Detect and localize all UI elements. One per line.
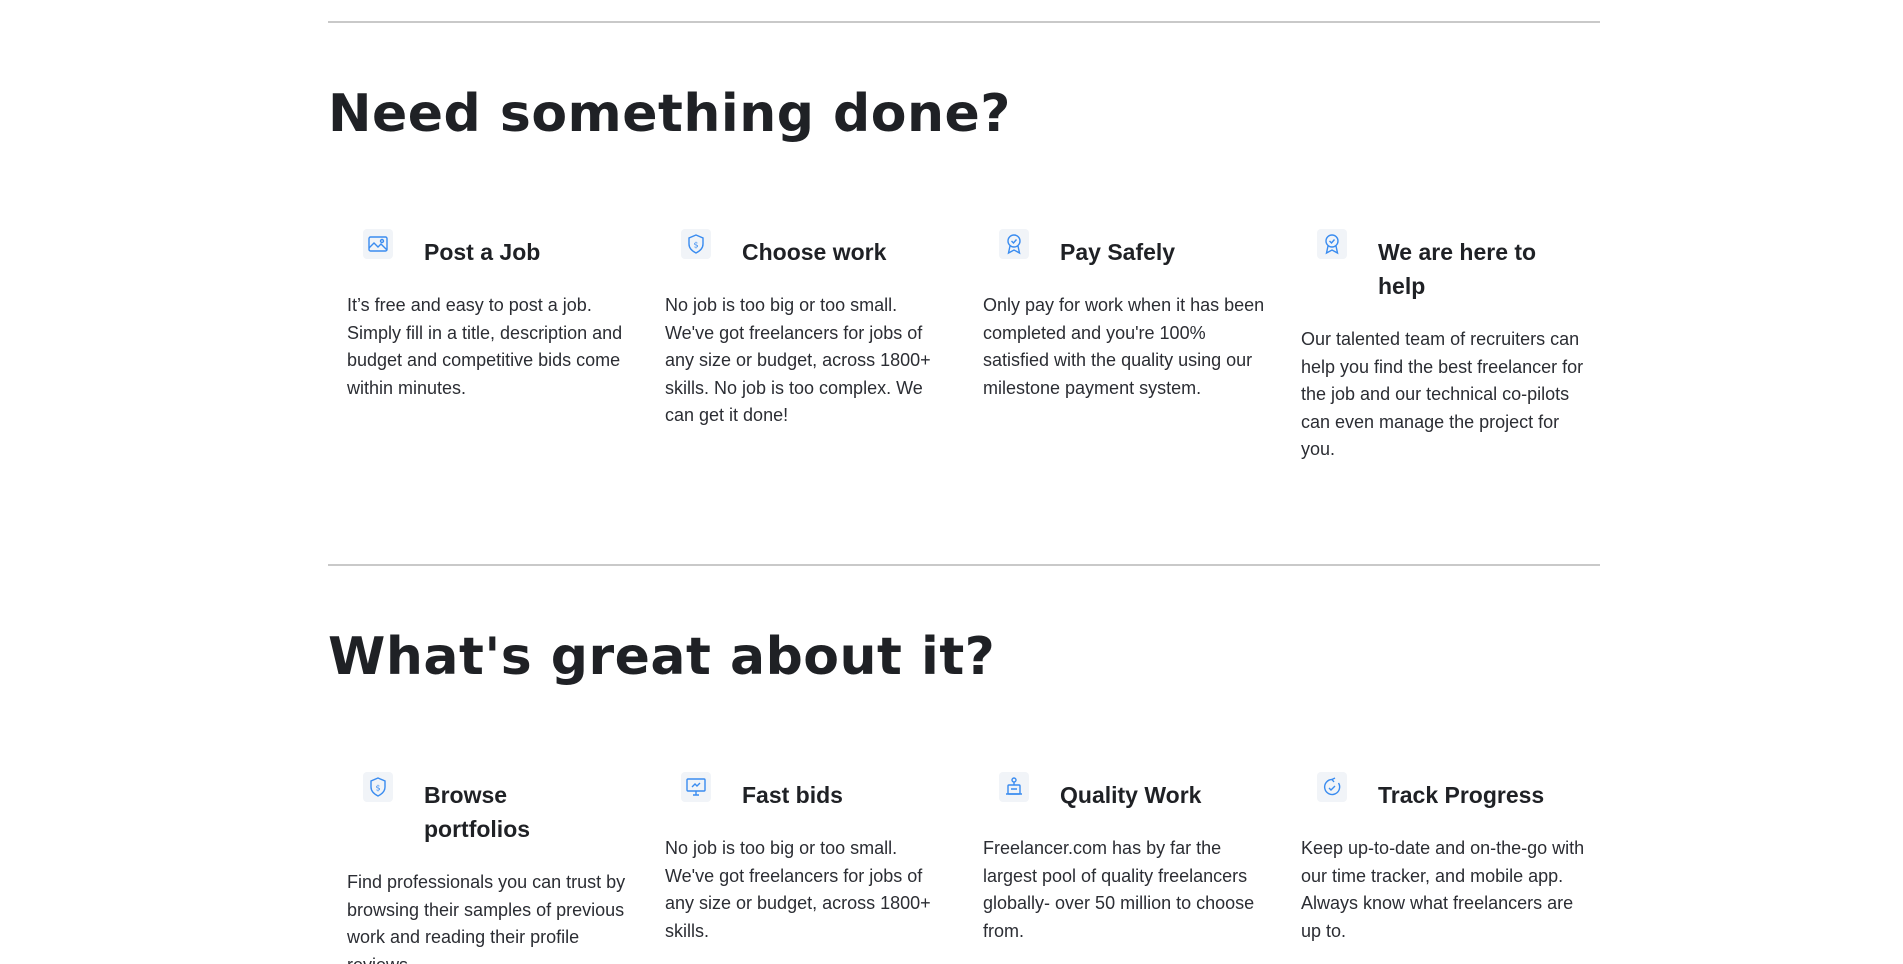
feature-cards: Post a Job It’s free and easy to post a …: [328, 229, 1600, 464]
card-title: Quality Work: [1060, 782, 1202, 809]
section-title: What's great about it?: [328, 626, 996, 687]
card-text: Freelancer.com has by far the largest po…: [983, 838, 1255, 941]
card-text: No job is too big or too small. We've go…: [665, 838, 931, 941]
card-text: Only pay for work when it has been compl…: [983, 295, 1265, 398]
feature-card-track-progress: Track Progress Keep up-to-date and on-th…: [1282, 772, 1600, 964]
feature-card-fast-bids: Fast bids No job is too big or too small…: [646, 772, 964, 964]
card-title: Track Progress: [1378, 782, 1545, 809]
card-text: No job is too big or too small. We've go…: [665, 295, 931, 426]
feature-card-post-job: Post a Job It’s free and easy to post a …: [328, 229, 646, 464]
card-title: Pay Safely: [1060, 239, 1176, 266]
card-text: Our talented team of recruiters can help…: [1301, 329, 1584, 460]
card-title: Fast bids: [742, 782, 843, 809]
feature-card-here-to-help: We are here to help Our talented team of…: [1282, 229, 1600, 464]
feature-cards: $ Browse portfolios Find professionals y…: [328, 772, 1600, 964]
user-quality-icon: [999, 772, 1029, 803]
card-title: Browse portfolios: [424, 782, 531, 843]
card-text: It’s free and easy to post a job. Simply…: [347, 295, 623, 398]
feature-card-browse-portfolios: $ Browse portfolios Find professionals y…: [328, 772, 646, 964]
card-title: We are here to help: [1378, 239, 1537, 300]
section-divider: [328, 563, 1600, 566]
section-title: Need something done?: [328, 84, 1011, 144]
card-title: Choose work: [742, 239, 887, 266]
page-content: Need something done? Post a Job It’s fre…: [328, 21, 1600, 964]
award-badge-icon: [1317, 229, 1347, 260]
image-icon: [363, 229, 393, 260]
dollar-shield-icon: $: [363, 772, 393, 803]
feature-card-choose-work: $ Choose work No job is too big or too s…: [646, 229, 964, 464]
section-divider: [328, 21, 1600, 23]
award-badge-icon: [999, 229, 1029, 260]
card-text: Keep up-to-date and on-the-go with our t…: [1301, 838, 1585, 941]
dollar-shield-icon: $: [681, 229, 711, 260]
progress-icon: [1317, 772, 1347, 803]
card-text: Find professionals you can trust by brow…: [347, 872, 626, 964]
feature-card-pay-safely: Pay Safely Only pay for work when it has…: [964, 229, 1282, 464]
svg-text:$: $: [693, 241, 698, 250]
monitor-icon: [681, 772, 711, 803]
feature-card-quality-work: Quality Work Freelancer.com has by far t…: [964, 772, 1282, 964]
card-title: Post a Job: [424, 239, 541, 266]
svg-text:$: $: [375, 784, 380, 793]
